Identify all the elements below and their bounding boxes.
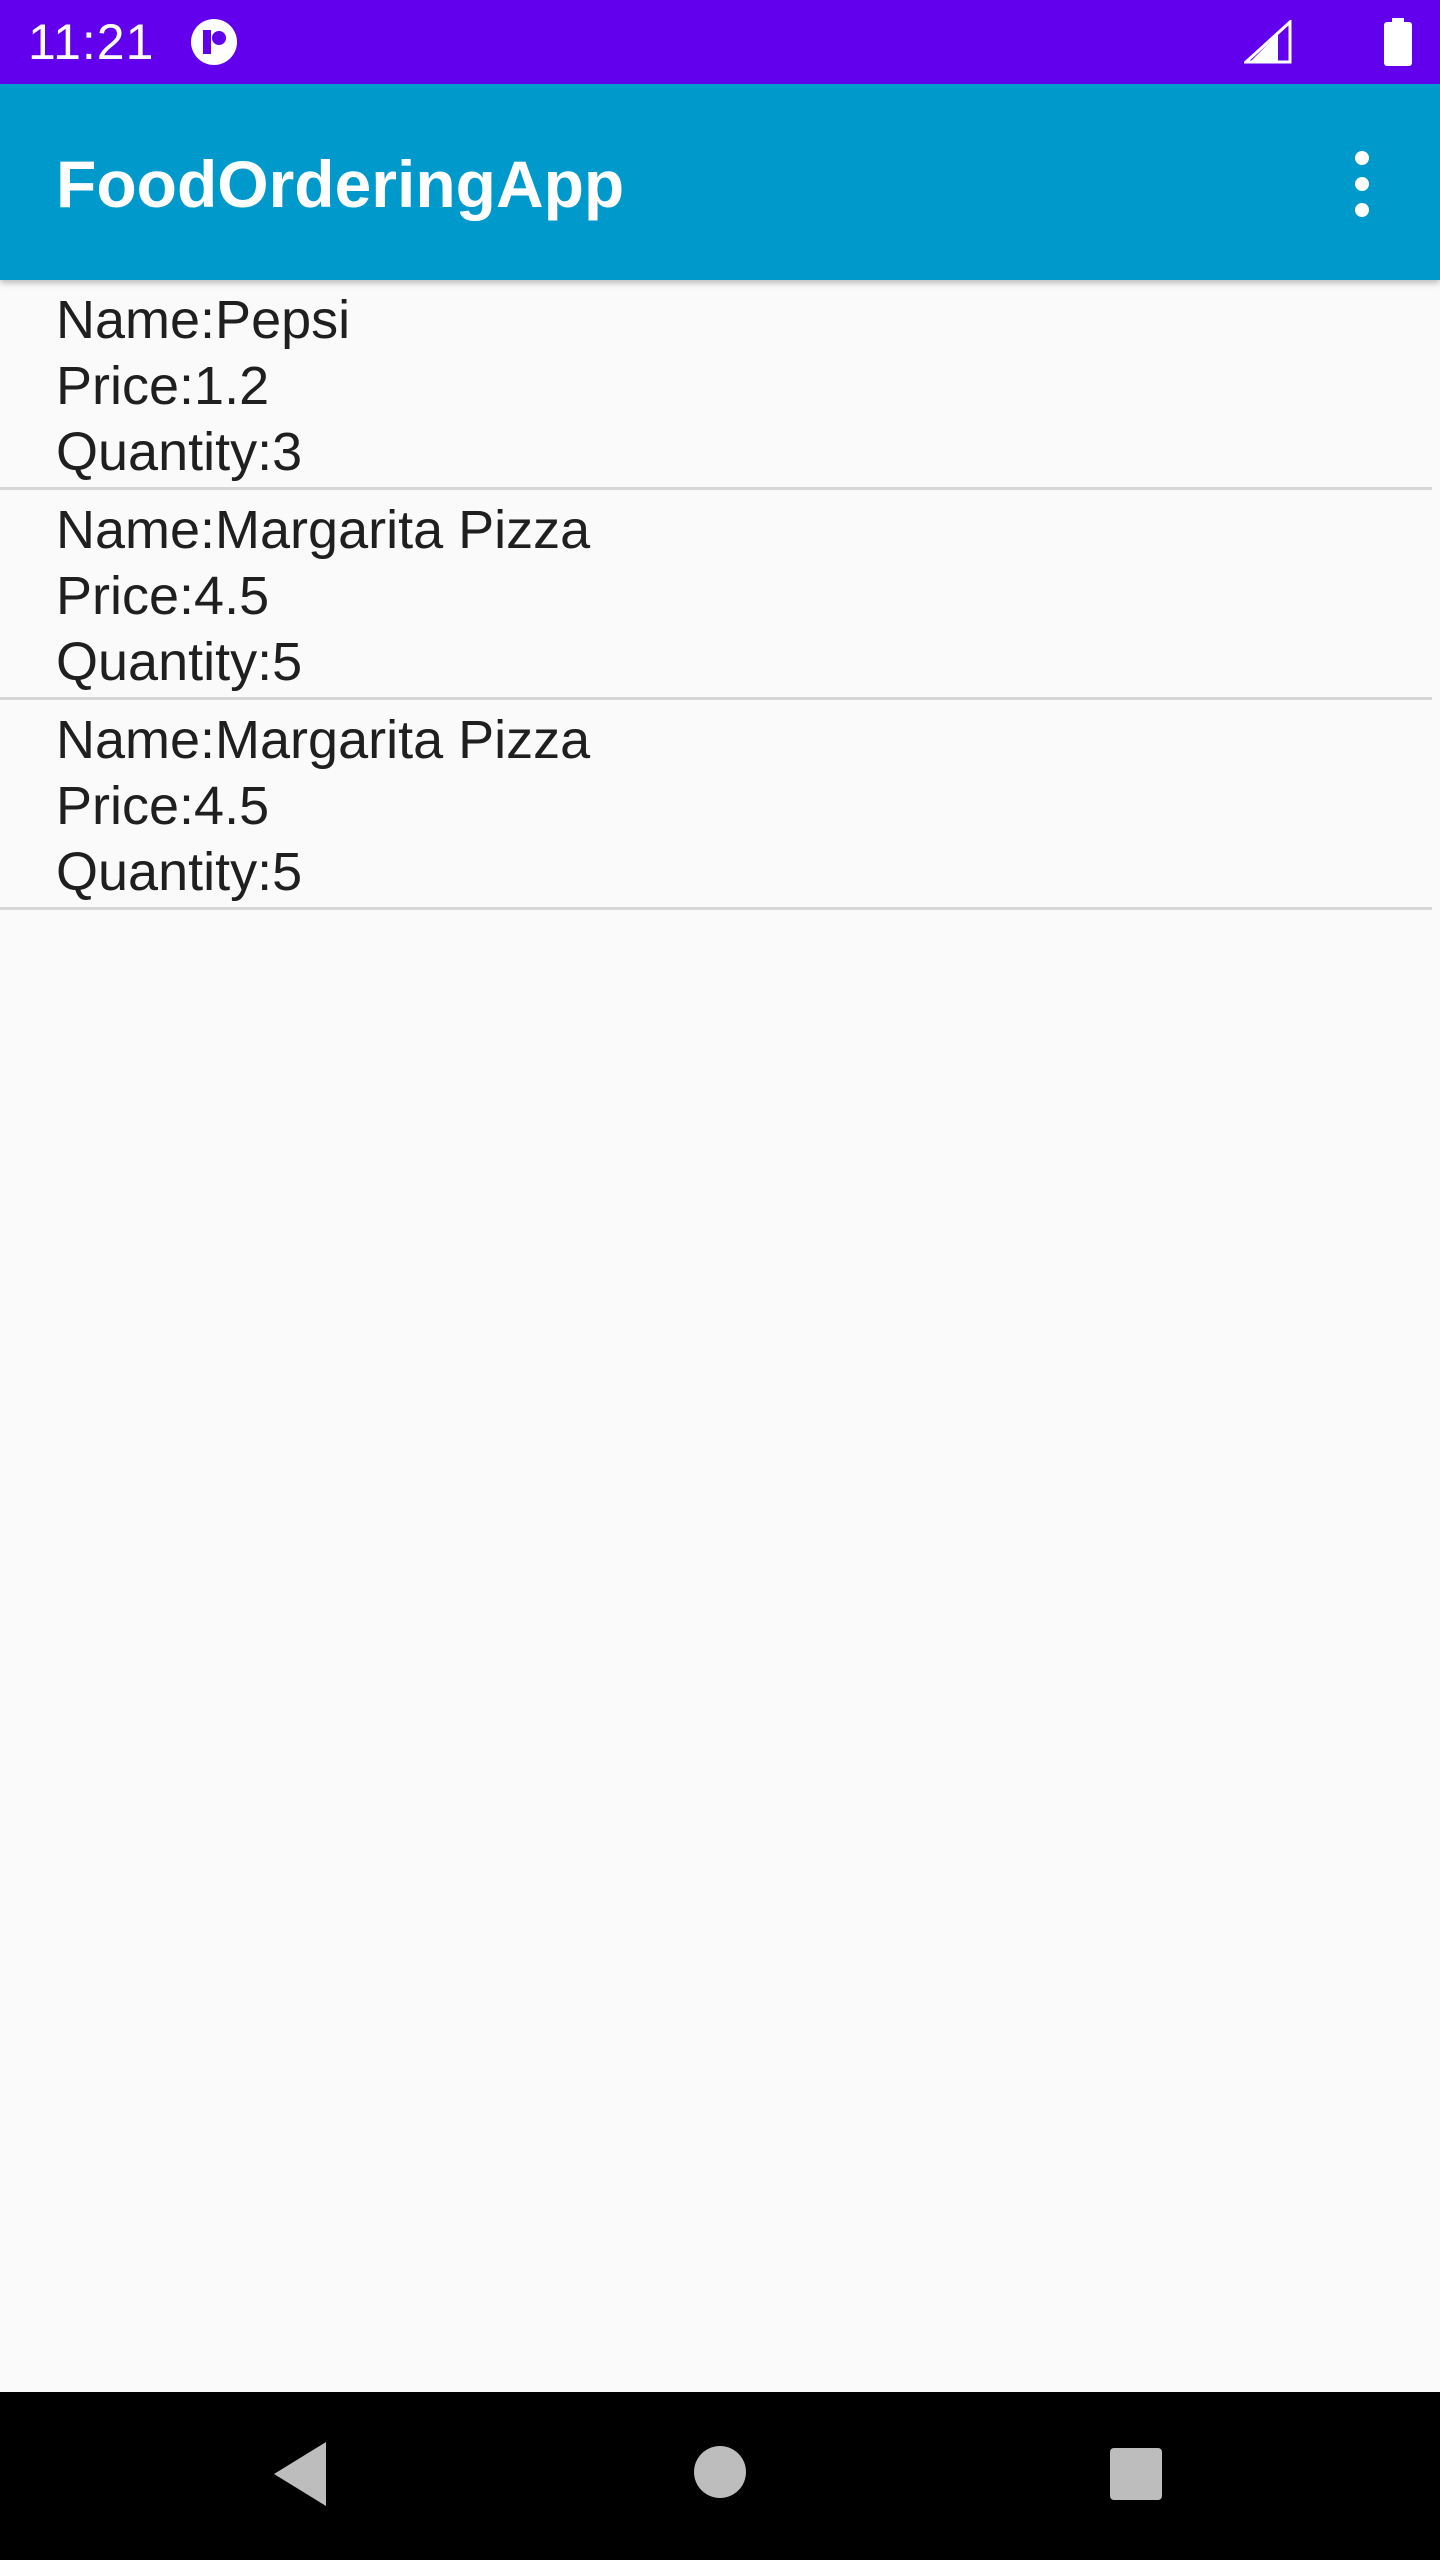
item-quantity: Quantity:5	[56, 632, 303, 692]
order-list-item[interactable]: Name:Margarita Pizza Price:4.5 Quantity:…	[0, 490, 1432, 700]
item-price: Price:1.2	[56, 356, 270, 416]
status-bar: 11:21	[0, 0, 1440, 84]
battery-icon	[1384, 18, 1412, 66]
back-icon[interactable]	[270, 2436, 330, 2512]
item-quantity: Quantity:3	[56, 422, 303, 482]
item-quantity: Quantity:5	[56, 842, 303, 902]
notification-app-icon	[191, 19, 237, 65]
order-list: Name:Pepsi Price:1.2 Quantity:3 Name:Mar…	[0, 280, 1440, 910]
item-name: Name:Pepsi	[56, 290, 351, 350]
item-price: Price:4.5	[56, 776, 270, 836]
cell-signal-icon	[1244, 20, 1292, 64]
item-name: Name:Margarita Pizza	[56, 500, 591, 560]
item-name: Name:Margarita Pizza	[56, 710, 591, 770]
navigation-bar	[0, 2392, 1440, 2560]
order-list-item[interactable]: Name:Pepsi Price:1.2 Quantity:3	[0, 280, 1432, 490]
order-list-item[interactable]: Name:Margarita Pizza Price:4.5 Quantity:…	[0, 700, 1432, 910]
app-bar: FoodOrderingApp	[0, 84, 1440, 280]
recents-icon[interactable]	[1108, 2446, 1164, 2502]
app-title: FoodOrderingApp	[56, 147, 625, 221]
home-icon[interactable]	[692, 2444, 748, 2500]
status-time: 11:21	[28, 14, 155, 70]
more-vert-icon[interactable]	[1334, 142, 1390, 226]
item-price: Price:4.5	[56, 566, 270, 626]
list-empty-area	[0, 916, 1440, 2392]
